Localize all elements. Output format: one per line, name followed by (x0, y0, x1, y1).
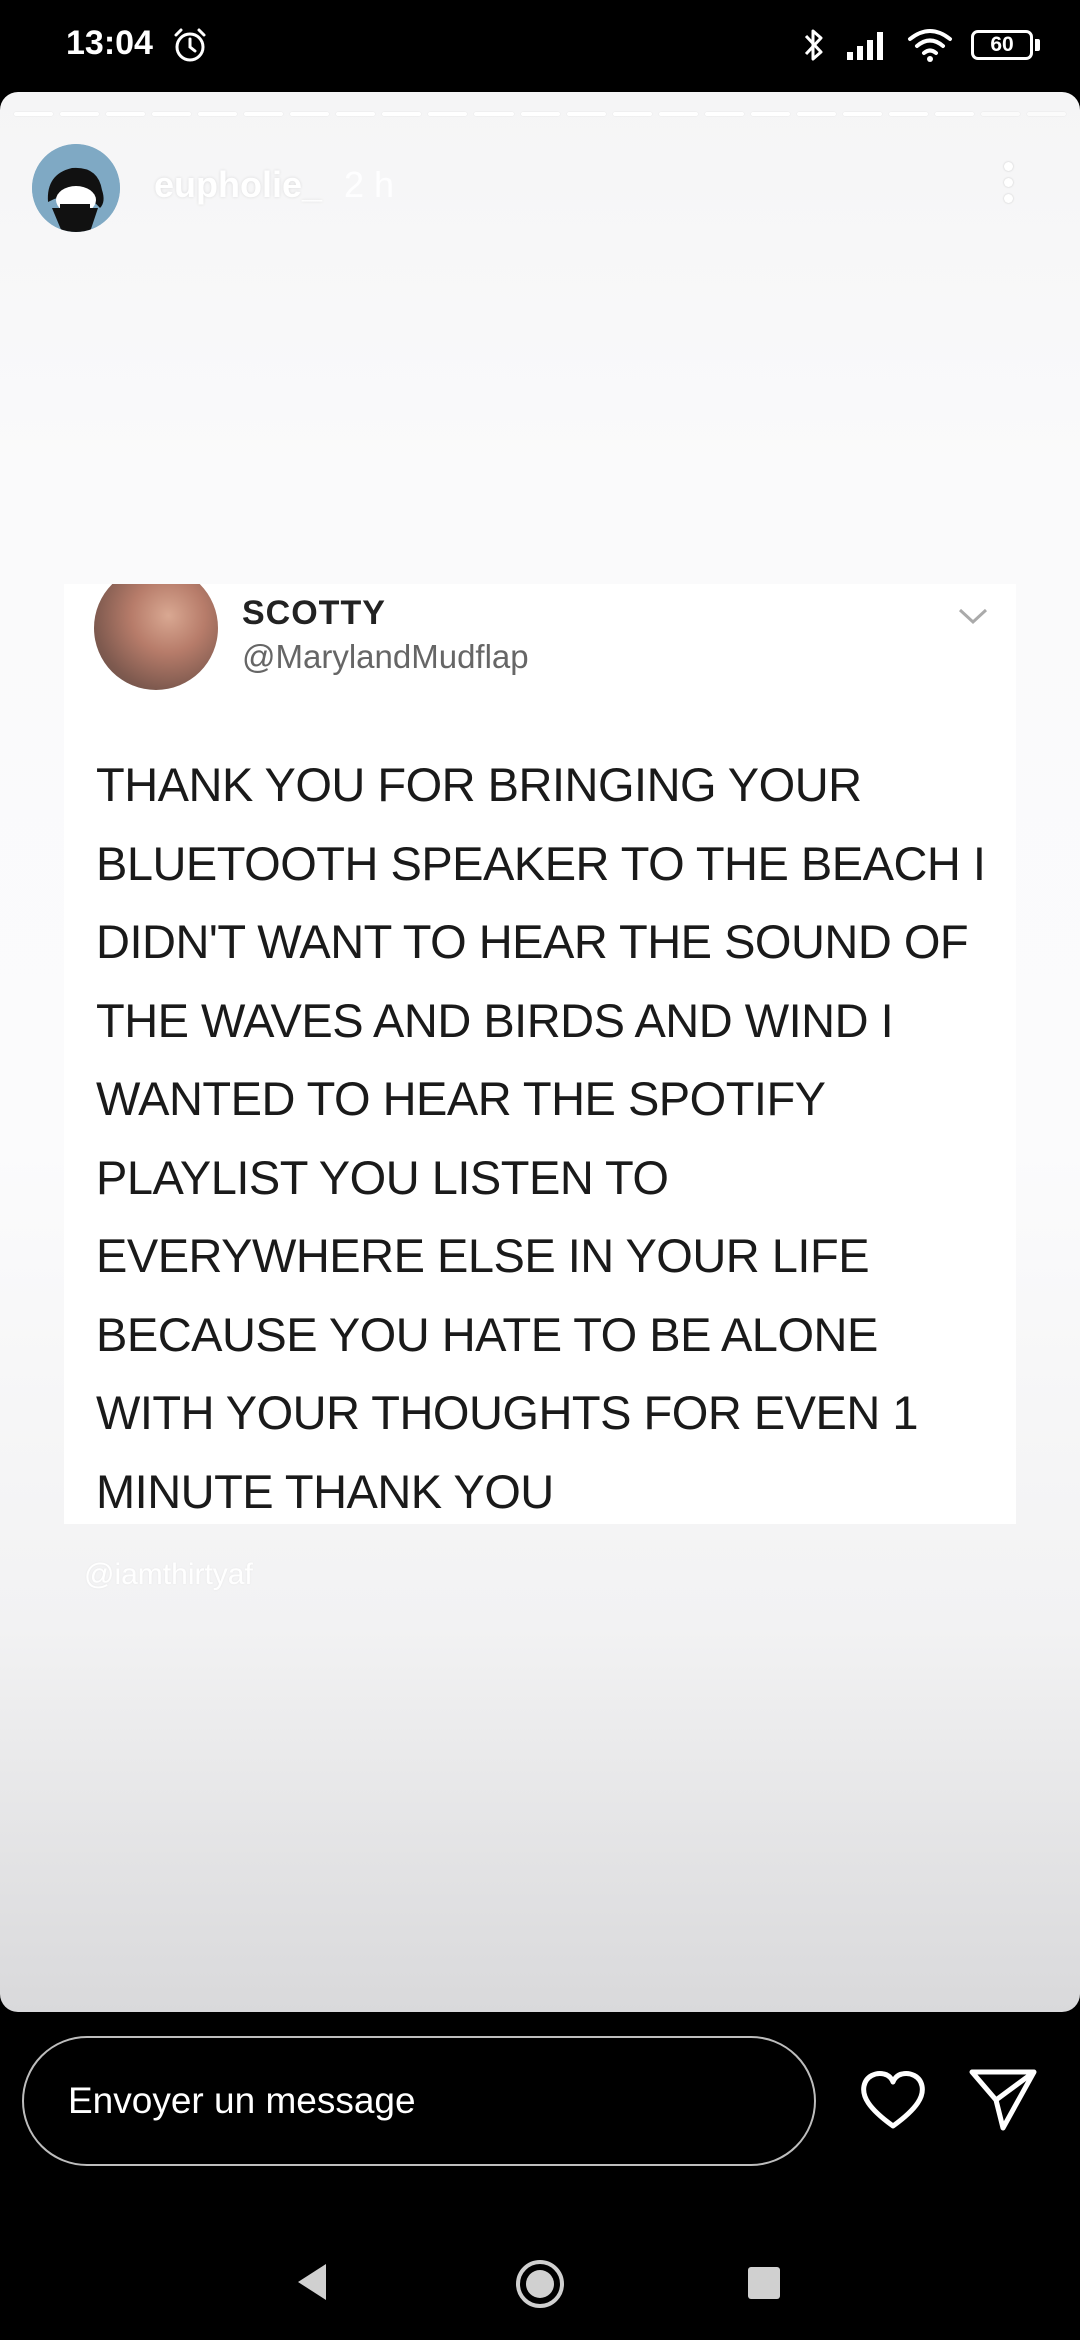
progress-segment (106, 112, 146, 116)
story-progress (14, 112, 1067, 116)
story-time: 2 h (344, 164, 395, 205)
progress-segment (842, 112, 882, 116)
progress-segment (658, 112, 698, 116)
reply-bar: Envoyer un message (0, 2012, 1080, 2340)
signal-icon (847, 32, 883, 60)
message-input[interactable]: Envoyer un message (22, 2036, 816, 2166)
tweet-handle: @MarylandMudflap (242, 638, 529, 675)
progress-segment (336, 112, 376, 116)
tweet-avatar (94, 584, 218, 690)
progress-segment (980, 112, 1021, 116)
avatar-illustration (32, 144, 120, 232)
recents-square-icon[interactable] (748, 2267, 780, 2299)
send-icon[interactable] (968, 2066, 1038, 2132)
progress-segment (934, 112, 974, 116)
story-username[interactable]: eupholie_ (154, 164, 322, 206)
bluetooth-icon (804, 29, 823, 61)
message-placeholder: Envoyer un message (68, 2080, 416, 2121)
status-icons: 60 (801, 22, 1040, 68)
progress-segment (704, 112, 744, 116)
progress-segment (428, 112, 468, 116)
battery-icon: 60 (971, 30, 1040, 60)
watermark: @iamthirtyaf (84, 1558, 253, 1591)
avatar[interactable] (32, 144, 120, 232)
tweet-screenshot: SCOTTY @MarylandMudflap THANK YOU FOR BR… (64, 584, 1016, 1524)
progress-segment (60, 112, 100, 116)
tweet-text: THANK YOU FOR BRINGING YOUR BLUETOOTH SP… (96, 758, 986, 1518)
progress-segment (566, 112, 606, 116)
status-bar: 13:04 60 (0, 0, 1080, 92)
battery-level: 60 (990, 33, 1014, 56)
status-time: 13:04 (66, 24, 153, 62)
progress-segment (382, 112, 422, 116)
tweet-name: SCOTTY (242, 594, 386, 632)
progress-segment (750, 112, 790, 116)
progress-segment (888, 112, 928, 116)
home-circle-icon[interactable] (514, 2258, 566, 2310)
progress-segment (1027, 112, 1067, 116)
story-view[interactable]: eupholie_ 2 h SCOTTY @MarylandMudflap TH… (0, 92, 1080, 2012)
progress-segment (244, 112, 284, 116)
progress-segment (152, 112, 192, 116)
chevron-down-icon (958, 608, 988, 625)
alarm-icon (174, 28, 206, 62)
progress-segment (612, 112, 652, 116)
progress-segment (474, 112, 514, 116)
progress-segment (198, 112, 238, 116)
progress-segment (520, 112, 560, 116)
more-vertical-icon[interactable] (998, 162, 1018, 212)
heart-icon[interactable] (858, 2068, 928, 2132)
progress-segment (14, 112, 54, 116)
back-triangle-icon[interactable] (292, 2260, 336, 2304)
progress-segment (796, 112, 836, 116)
progress-segment (290, 112, 330, 116)
wifi-icon (908, 29, 952, 62)
story-header: eupholie_ 2 h (32, 144, 1048, 236)
